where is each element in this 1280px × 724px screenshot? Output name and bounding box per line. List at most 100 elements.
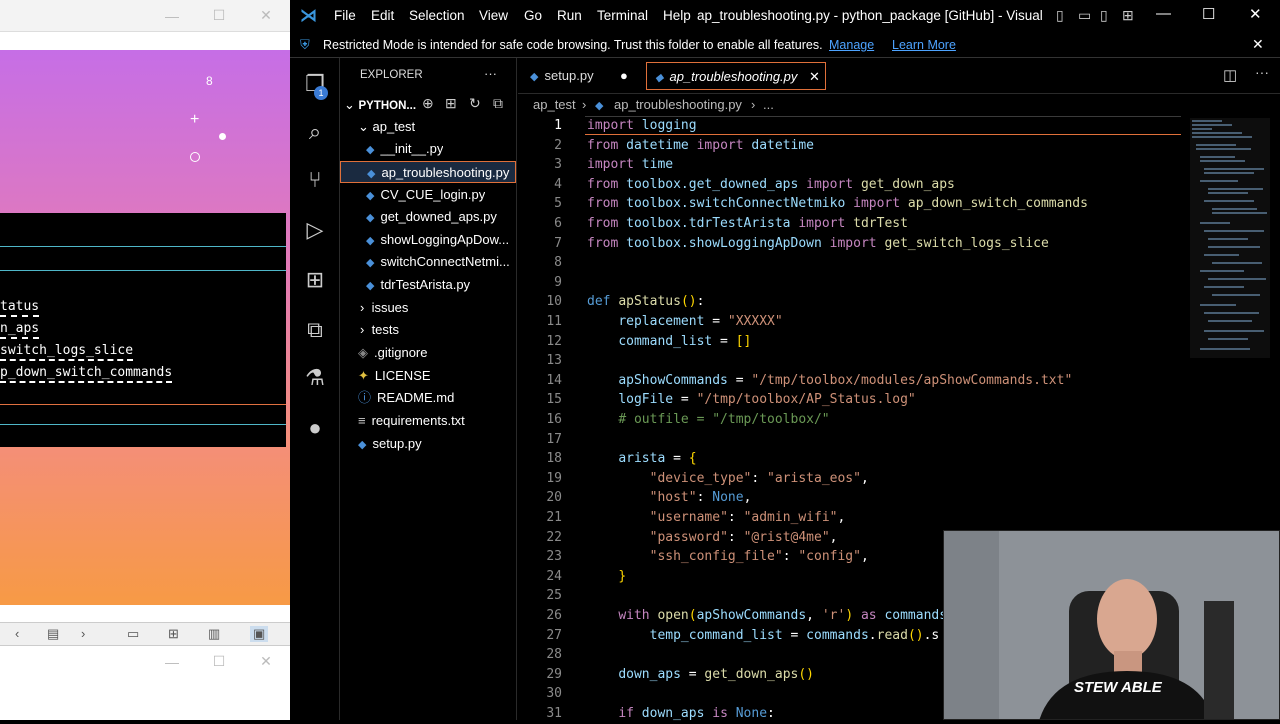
close-button[interactable]: ✕	[254, 7, 278, 24]
folder-tests[interactable]: › tests	[360, 319, 399, 341]
code-line[interactable]: with open(apShowCommands, 'r') as comman…	[587, 606, 947, 626]
code-line[interactable]: }	[587, 567, 626, 587]
new-file-icon[interactable]: ⊕	[422, 95, 434, 112]
new-folder-icon[interactable]: ⊞	[445, 95, 457, 112]
search-icon[interactable]: ⌕	[290, 110, 340, 154]
menu-view[interactable]: View	[479, 8, 508, 23]
minimap[interactable]	[1190, 118, 1270, 418]
file-item[interactable]: ◆ switchConnectNetmi...	[366, 251, 510, 273]
tab-ap-troubleshooting[interactable]: ◆ ap_troubleshooting.py ✕	[646, 62, 826, 90]
close-button[interactable]: ✕	[1249, 5, 1262, 23]
chevron-left-icon[interactable]: ‹	[15, 626, 19, 641]
testing-icon[interactable]: ⚗	[290, 356, 340, 400]
tray-icon[interactable]: ▣	[250, 626, 269, 642]
file-item[interactable]: ◆ __init__.py	[366, 138, 443, 160]
layout-secondary-icon[interactable]: ▯	[1100, 7, 1108, 24]
code-line[interactable]: apShowCommands = "/tmp/toolbox/modules/a…	[587, 371, 1072, 391]
file-item[interactable]: ◆ setup.py	[358, 433, 422, 455]
file-label: README.md	[377, 390, 455, 405]
line-number: 10	[546, 294, 562, 310]
close-banner-icon[interactable]: ✕	[1252, 36, 1264, 53]
folder-label: tests	[371, 322, 400, 337]
source-control-icon[interactable]: ⑂	[290, 158, 340, 202]
window-icon[interactable]: ▭	[127, 626, 139, 642]
file-item[interactable]: ◆ CV_CUE_login.py	[366, 184, 485, 206]
code-line[interactable]: temp_command_list = commands.read().s	[587, 626, 940, 646]
file-item[interactable]: ✦ LICENSE	[358, 365, 431, 387]
breadcrumb-folder[interactable]: ap_test	[533, 94, 576, 116]
file-item[interactable]: ≡ requirements.txt	[358, 410, 465, 432]
menu-file[interactable]: File	[334, 8, 356, 23]
minimize-button[interactable]: —	[160, 8, 184, 24]
breadcrumb-symbol[interactable]: ...	[763, 94, 774, 116]
tab-setup[interactable]: ◆ setup.py ●	[530, 62, 640, 90]
menu-run[interactable]: Run	[557, 8, 582, 23]
file-item-active[interactable]: ◆ ap_troubleshooting.py	[340, 161, 516, 183]
code-line[interactable]: import time	[587, 155, 673, 175]
code-line[interactable]: import logging	[587, 116, 697, 136]
list-icon[interactable]: ▤	[47, 626, 59, 642]
code-line[interactable]: "username": "admin_wifi",	[587, 508, 846, 528]
explorer-icon[interactable]: ❐ 1	[290, 62, 340, 106]
learn-more-link[interactable]: Learn More	[892, 38, 956, 52]
code-line[interactable]: logFile = "/tmp/toolbox/AP_Status.log"	[587, 390, 915, 410]
code-line[interactable]: from datetime import datetime	[587, 136, 814, 156]
maximize-button[interactable]: ☐	[207, 7, 231, 24]
more-actions-icon[interactable]: ···	[484, 66, 497, 81]
code-line[interactable]: # outfile = "/tmp/toolbox/"	[587, 410, 829, 430]
run-debug-icon[interactable]: ▷	[290, 208, 340, 252]
code-line[interactable]: from toolbox.get_downed_aps import get_d…	[587, 175, 955, 195]
menu-selection[interactable]: Selection	[409, 8, 465, 23]
file-item[interactable]: ◆ showLoggingApDow...	[366, 229, 509, 251]
repo-folder[interactable]: ⌄ PYTHON...	[344, 94, 416, 116]
remote-explorer-icon[interactable]: ⧉	[290, 308, 340, 352]
chevron-right-icon[interactable]: ›	[81, 626, 85, 641]
close-button[interactable]: ✕	[254, 653, 278, 670]
menu-edit[interactable]: Edit	[371, 8, 394, 23]
minimize-button[interactable]: —	[160, 654, 184, 670]
code-line[interactable]: from toolbox.tdrTestArista import tdrTes…	[587, 214, 908, 234]
code-line[interactable]: def apStatus():	[587, 292, 704, 312]
code-line[interactable]: replacement = "XXXXX"	[587, 312, 782, 332]
code-line[interactable]: from toolbox.showLoggingApDown import ge…	[587, 234, 1049, 254]
code-line[interactable]: "device_type": "arista_eos",	[587, 469, 869, 489]
github-icon[interactable]: ●	[290, 406, 340, 450]
maximize-button[interactable]: ☐	[1202, 5, 1215, 23]
manage-link[interactable]: Manage	[829, 38, 874, 52]
book-icon[interactable]: ▥	[208, 626, 220, 642]
file-item[interactable]: ⓘ README.md	[358, 387, 454, 409]
breadcrumb-file[interactable]: ap_troubleshooting.py	[614, 94, 742, 116]
code-line[interactable]: "host": None,	[587, 488, 752, 508]
code-line[interactable]: down_aps = get_down_aps()	[587, 665, 814, 685]
collapse-icon[interactable]: ⧉	[493, 95, 503, 112]
menu-terminal[interactable]: Terminal	[597, 8, 648, 23]
code-line[interactable]: arista = {	[587, 449, 696, 469]
maximize-button[interactable]: ☐	[207, 653, 231, 670]
minimize-button[interactable]: —	[1156, 5, 1171, 22]
menu-go[interactable]: Go	[524, 8, 542, 23]
python-file-icon: ◆	[366, 280, 375, 292]
grid-icon[interactable]: ⊞	[168, 626, 179, 642]
layout-panel-icon[interactable]: ▭	[1078, 7, 1091, 24]
code-line[interactable]: if down_aps is None:	[587, 704, 775, 724]
file-item[interactable]: ◆ tdrTestArista.py	[366, 274, 470, 296]
refresh-icon[interactable]: ↻	[469, 95, 481, 112]
menu-help[interactable]: Help	[663, 8, 691, 23]
folder-issues[interactable]: › issues	[360, 297, 408, 319]
code-line[interactable]: "password": "@rist@4me",	[587, 528, 838, 548]
code-line[interactable]: "ssh_config_file": "config",	[587, 547, 869, 567]
modified-dot-icon[interactable]: ●	[620, 62, 628, 90]
split-editor-icon[interactable]: ◫	[1223, 66, 1237, 84]
code-line[interactable]: from toolbox.switchConnectNetmiko import…	[587, 194, 1088, 214]
extensions-icon[interactable]: ⊞	[290, 258, 340, 302]
tab-label: setup.py	[544, 68, 594, 83]
line-number: 23	[546, 549, 562, 565]
code-line[interactable]: command_list = []	[587, 332, 751, 352]
file-item[interactable]: ◈ .gitignore	[358, 342, 427, 364]
close-tab-icon[interactable]: ✕	[809, 63, 820, 91]
more-actions-icon[interactable]: ···	[1255, 64, 1269, 80]
layout-custom-icon[interactable]: ⊞	[1122, 7, 1134, 24]
folder-ap-test[interactable]: ⌄ ap_test	[358, 116, 415, 138]
file-item[interactable]: ◆ get_downed_aps.py	[366, 206, 497, 228]
layout-sidebar-icon[interactable]: ▯	[1056, 7, 1064, 24]
